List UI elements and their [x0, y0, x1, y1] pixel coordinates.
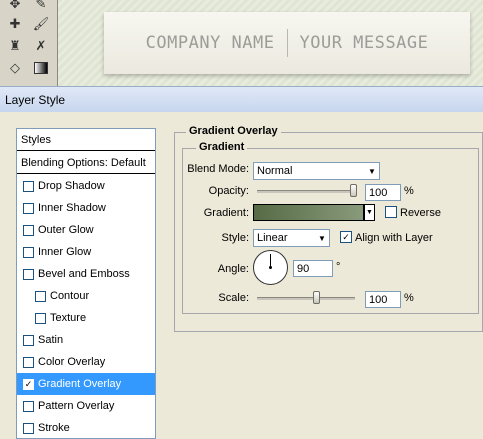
- blend-mode-value: Normal: [257, 165, 293, 177]
- scale-unit: %: [404, 292, 414, 304]
- banner-divider: [286, 29, 288, 57]
- checkbox[interactable]: [23, 180, 34, 192]
- align-with-layer-label: Align with Layer: [355, 232, 433, 244]
- banner-company-text: COMPANY NAME: [145, 33, 275, 53]
- style-item-label: Contour: [50, 290, 90, 302]
- panel-title: Gradient Overlay: [186, 125, 281, 137]
- gradient-label: Gradient:: [203, 207, 249, 219]
- style-item-label: Pattern Overlay: [38, 400, 115, 412]
- group-title: Gradient: [196, 141, 248, 153]
- brush-tool-icon[interactable]: 🖌: [30, 14, 52, 34]
- checkbox[interactable]: [23, 224, 34, 236]
- scale-slider-thumb[interactable]: [313, 291, 320, 304]
- style-item-label: Satin: [38, 334, 64, 346]
- gradient-swatch[interactable]: [253, 204, 364, 221]
- dialog-titlebar[interactable]: Layer Style: [0, 86, 483, 112]
- style-item-label: Color Overlay: [38, 356, 106, 368]
- style-item-label: Outer Glow: [38, 224, 94, 236]
- angle-input[interactable]: 90: [293, 260, 333, 277]
- pen-tool-icon[interactable]: ✎: [30, 0, 52, 14]
- move-tool-icon[interactable]: ✥: [4, 0, 26, 14]
- opacity-input[interactable]: 100: [365, 184, 401, 201]
- style-item-drop-shadow[interactable]: Drop Shadow: [17, 175, 155, 197]
- toolbox: ✥ ✎ ✚ 🖌 ♜ ✗ ◇: [0, 0, 58, 86]
- style-value: Linear: [257, 232, 288, 244]
- chevron-down-icon: ▼: [318, 233, 326, 243]
- banner-message-text: YOUR MESSAGE: [299, 33, 429, 53]
- reverse-checkbox[interactable]: [385, 206, 397, 218]
- style-item-bevel-emboss[interactable]: Bevel and Emboss: [17, 263, 155, 285]
- blending-options-item[interactable]: Blending Options: Default: [17, 152, 155, 174]
- styles-header-label: Styles: [21, 133, 51, 146]
- style-item-gradient-overlay[interactable]: ✓ Gradient Overlay: [17, 373, 155, 395]
- reverse-label: Reverse: [400, 207, 441, 219]
- styles-list: Styles Blending Options: Default Drop Sh…: [16, 128, 156, 439]
- banner: COMPANY NAME YOUR MESSAGE: [104, 12, 470, 74]
- style-item-label: Inner Glow: [38, 246, 92, 258]
- styles-header[interactable]: Styles: [17, 129, 155, 151]
- style-label: Style:: [221, 232, 249, 244]
- checkbox[interactable]: [23, 202, 34, 214]
- healing-brush-icon[interactable]: ✚: [4, 14, 26, 34]
- angle-label: Angle:: [217, 263, 249, 275]
- style-item-label: Texture: [50, 312, 87, 324]
- style-item-label: Inner Shadow: [38, 202, 106, 214]
- style-item-label: Stroke: [38, 422, 70, 434]
- style-item-outer-glow[interactable]: Outer Glow: [17, 219, 155, 241]
- gradient-tool-icon[interactable]: [30, 58, 52, 78]
- style-item-contour[interactable]: Contour: [17, 285, 155, 307]
- style-item-inner-glow[interactable]: Inner Glow: [17, 241, 155, 263]
- history-brush-icon[interactable]: ✗: [30, 36, 52, 56]
- style-item-label: Bevel and Emboss: [38, 268, 130, 280]
- checkbox[interactable]: [23, 246, 34, 258]
- style-item-texture[interactable]: Texture: [17, 307, 155, 329]
- gradient-picker-arrow-icon[interactable]: ▼: [364, 204, 375, 221]
- style-item-satin[interactable]: Satin: [17, 329, 155, 351]
- dialog-title: Layer Style: [5, 93, 66, 107]
- style-item-stroke[interactable]: Stroke: [17, 417, 155, 439]
- style-item-inner-shadow[interactable]: Inner Shadow: [17, 197, 155, 219]
- blend-mode-select[interactable]: Normal ▼: [253, 162, 380, 180]
- checkbox[interactable]: [23, 334, 34, 346]
- checkbox[interactable]: [35, 312, 46, 324]
- chevron-down-icon: ▼: [368, 166, 376, 176]
- checkbox[interactable]: [35, 290, 46, 302]
- checkbox[interactable]: [23, 422, 34, 434]
- opacity-slider-track[interactable]: [257, 190, 357, 193]
- style-item-color-overlay[interactable]: Color Overlay: [17, 351, 155, 373]
- checkbox[interactable]: [23, 356, 34, 368]
- opacity-label: Opacity:: [208, 185, 249, 197]
- blending-options-label: Blending Options: Default: [21, 156, 146, 169]
- clone-stamp-icon[interactable]: ♜: [4, 36, 26, 56]
- style-select[interactable]: Linear ▼: [253, 229, 330, 247]
- style-item-label: Drop Shadow: [38, 180, 105, 192]
- style-item-pattern-overlay[interactable]: Pattern Overlay: [17, 395, 155, 417]
- angle-dial[interactable]: [253, 250, 288, 285]
- scale-slider-track[interactable]: [257, 297, 355, 300]
- checkbox-checked[interactable]: ✓: [23, 378, 34, 390]
- scale-input[interactable]: 100: [365, 291, 401, 308]
- opacity-slider-thumb[interactable]: [350, 184, 357, 197]
- checkbox[interactable]: [23, 268, 34, 280]
- checkbox[interactable]: [23, 400, 34, 412]
- style-item-label: Gradient Overlay: [38, 378, 122, 390]
- angle-unit: °: [336, 261, 341, 273]
- eraser-tool-icon[interactable]: ◇: [4, 58, 26, 78]
- opacity-unit: %: [404, 185, 414, 197]
- align-with-layer-checkbox[interactable]: ✓: [340, 231, 352, 243]
- blend-mode-label: Blend Mode:: [187, 163, 249, 175]
- scale-label: Scale:: [218, 292, 249, 304]
